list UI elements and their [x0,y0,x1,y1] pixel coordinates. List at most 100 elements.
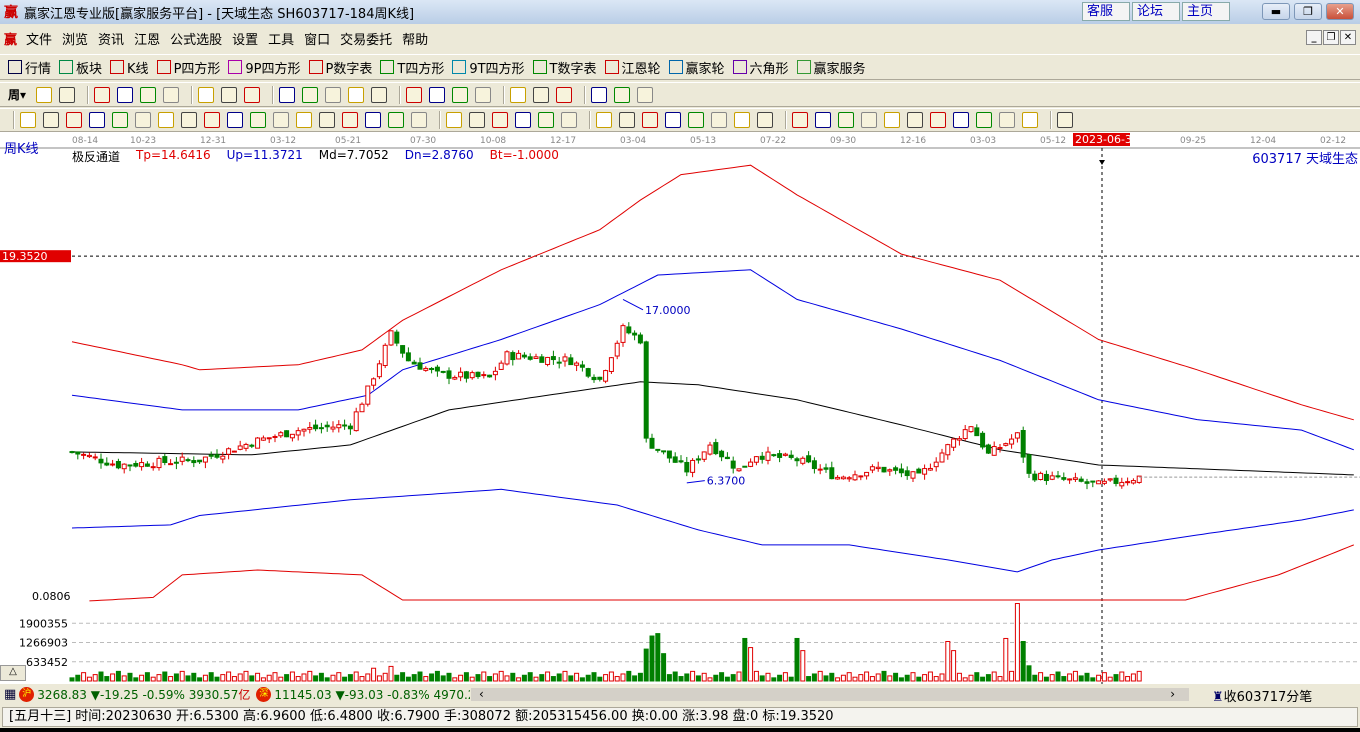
gann-tool-6-icon[interactable] [135,112,151,128]
draw-tool-4-icon[interactable] [117,86,134,103]
gann-tool-32-icon[interactable] [757,112,773,128]
chart-svg[interactable]: 08-14 10-23 12-31 03-12 05-21 07-30 10-08 12-17… [0,132,1360,684]
toolbar-pn-button[interactable]: P数字表 [308,58,372,77]
draw-tool-12-icon[interactable] [325,86,342,103]
menu-trade[interactable]: 交易委托 [335,29,397,48]
draw-tool-14-icon[interactable] [371,86,388,103]
draw-tool-24-icon[interactable] [637,86,654,103]
toolbar-ts-button[interactable]: T四方形 [380,58,444,77]
gann-tool-44-icon[interactable] [1057,112,1073,128]
gann-tool-21-icon[interactable] [492,112,508,128]
draw-tool-9-icon[interactable] [244,86,261,103]
gann-tool-5-icon[interactable] [112,112,128,128]
toolbar-gann-wheel-button[interactable]: 江恩轮 [604,58,661,77]
toolbar-grid-button[interactable]: 行情 [8,58,51,77]
gann-tool-33-icon[interactable] [792,112,808,128]
gann-tool-26-icon[interactable] [619,112,635,128]
gann-tool-14-icon[interactable] [319,112,335,128]
draw-tool-5-icon[interactable] [140,86,157,103]
menu-window[interactable]: 窗口 [299,29,335,48]
gann-tool-36-icon[interactable] [861,112,877,128]
scroll-left-icon[interactable]: ‹ [479,687,484,701]
menu-help[interactable]: 帮助 [397,29,433,48]
period-select[interactable]: 周▾ [8,86,26,103]
gann-tool-17-icon[interactable] [388,112,404,128]
gann-tool-28-icon[interactable] [665,112,681,128]
draw-tool-3-icon[interactable] [94,86,111,103]
draw-tool-1-icon[interactable] [36,86,53,103]
draw-tool-7-icon[interactable] [198,86,215,103]
toolbar-hexagon-button[interactable]: 六角形 [732,58,789,77]
shanghai-index[interactable]: 3268.83 ▼-19.25 -0.59% 3930.57 [37,688,238,702]
draw-tool-16-icon[interactable] [429,86,446,103]
restore-button[interactable]: ❐ [1294,3,1322,20]
draw-tool-15-icon[interactable] [406,86,423,103]
gann-tool-12-icon[interactable] [273,112,289,128]
gann-tool-8-icon[interactable] [181,112,197,128]
gann-tool-2-icon[interactable] [43,112,59,128]
toolbar-ps-button[interactable]: P四方形 [156,58,220,77]
customer-service-link[interactable]: 客服 [1082,2,1130,21]
draw-tool-20-icon[interactable] [533,86,550,103]
gann-tool-22-icon[interactable] [515,112,531,128]
toolbar-big-wheel-button[interactable]: 赢家轮 [668,58,725,77]
gann-tool-42-icon[interactable] [999,112,1015,128]
draw-tool-13-icon[interactable] [348,86,365,103]
gann-tool-37-icon[interactable] [884,112,900,128]
menu-settings[interactable]: 设置 [227,29,263,48]
gann-tool-7-icon[interactable] [158,112,174,128]
toolbar-p9-button[interactable]: 9P四方形 [228,58,301,77]
menu-tools[interactable]: 工具 [263,29,299,48]
toolbar-t9-button[interactable]: 9T四方形 [452,58,525,77]
close-button[interactable]: ✕ [1326,3,1354,20]
gann-tool-34-icon[interactable] [815,112,831,128]
toolbar-tn-button[interactable]: T数字表 [532,58,597,77]
shenzhen-index[interactable]: 11145.03 ▼-93.03 -0.83% 4970.20 [274,688,483,702]
draw-tool-23-icon[interactable] [614,86,631,103]
draw-tool-21-icon[interactable] [556,86,573,103]
child-minimize-button[interactable]: _ [1306,30,1322,45]
expand-panel-button[interactable]: △ [0,665,26,681]
gann-tool-1-icon[interactable] [20,112,36,128]
gann-tool-27-icon[interactable] [642,112,658,128]
draw-tool-17-icon[interactable] [452,86,469,103]
draw-tool-18-icon[interactable] [475,86,492,103]
gann-tool-20-icon[interactable] [469,112,485,128]
gann-tool-41-icon[interactable] [976,112,992,128]
gann-tool-29-icon[interactable] [688,112,704,128]
homepage-link[interactable]: 主页 [1182,2,1230,21]
draw-tool-11-icon[interactable] [302,86,319,103]
radio-status[interactable]: ♜收603717分笔 [1212,686,1312,705]
gann-tool-23-icon[interactable] [538,112,554,128]
gann-tool-11-icon[interactable] [250,112,266,128]
gann-tool-18-icon[interactable] [411,112,427,128]
forum-link[interactable]: 论坛 [1132,2,1180,21]
child-restore-button[interactable]: ❐ [1323,30,1339,45]
gann-tool-9-icon[interactable] [204,112,220,128]
menu-browse[interactable]: 浏览 [57,29,93,48]
gann-tool-16-icon[interactable] [365,112,381,128]
minimize-button[interactable]: ▬ [1262,3,1290,20]
child-close-button[interactable]: ✕ [1340,30,1356,45]
scroll-right-icon[interactable]: › [1170,687,1175,701]
draw-tool-8-icon[interactable] [221,86,238,103]
gann-tool-15-icon[interactable] [342,112,358,128]
draw-tool-22-icon[interactable] [591,86,608,103]
gann-tool-40-icon[interactable] [953,112,969,128]
gann-tool-38-icon[interactable] [907,112,923,128]
gann-tool-10-icon[interactable] [227,112,243,128]
draw-tool-2-icon[interactable] [59,86,76,103]
gann-tool-24-icon[interactable] [561,112,577,128]
gann-tool-13-icon[interactable] [296,112,312,128]
gann-tool-3-icon[interactable] [66,112,82,128]
toolbar-blocks-button[interactable]: 板块 [59,58,102,77]
toolbar-kline-button[interactable]: K线 [110,58,149,77]
menu-gann[interactable]: 江恩 [129,29,165,48]
menu-news[interactable]: 资讯 [93,29,129,48]
menu-file[interactable]: 文件 [21,29,57,48]
toolbar-dollar-button[interactable]: 赢家服务 [796,58,866,77]
calendar-icon[interactable]: ▦ [4,687,16,702]
menu-formula[interactable]: 公式选股 [165,29,227,48]
gann-tool-31-icon[interactable] [734,112,750,128]
draw-tool-6-icon[interactable] [163,86,180,103]
